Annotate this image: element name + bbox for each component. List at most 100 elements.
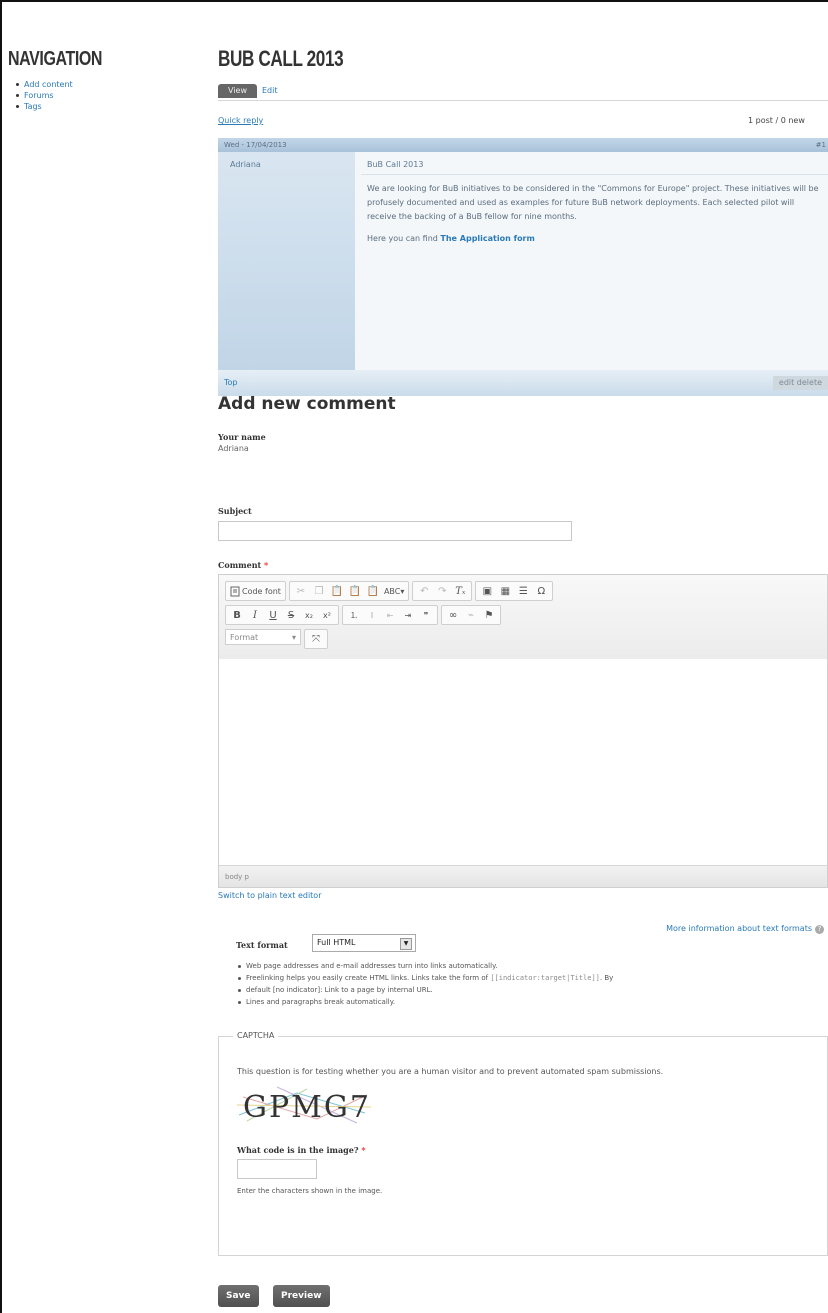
more-info-link[interactable]: More information about text formats? [666,924,824,934]
text-format-select[interactable]: Full HTML ▼ [312,934,416,952]
paste-icon[interactable]: 📋 [328,583,346,599]
tip-text: Freelinking helps you easily create HTML… [246,974,489,982]
paste-text-icon[interactable]: 📋 [346,583,364,599]
post-actions[interactable]: edit delete [772,376,828,390]
sidebar-item-add-content[interactable]: Add content [16,79,188,90]
spellcheck-icon[interactable]: ABC▾ [382,583,406,599]
horizontal-rule-icon[interactable]: ☰ [514,583,532,599]
paste-word-icon[interactable]: 📋 [364,583,382,599]
toolbar-group: ✂ ❐ 📋 📋 📋 ABC▾ [288,581,410,601]
post-body: Adriana BuB Call 2013 We are looking for… [218,152,828,370]
captcha-text: GPMG7 [243,1090,371,1125]
bold-icon[interactable]: B [228,607,246,623]
link-icon[interactable]: ∞ [444,607,462,623]
format-tips: Web page addresses and e-mail addresses … [236,960,816,1008]
undo-icon[interactable]: ↶ [415,583,433,599]
remove-format-icon[interactable]: Tₓ [451,583,469,599]
tabs: View Edit [218,84,828,101]
redo-icon[interactable]: ↷ [433,583,451,599]
anchor-flag-icon[interactable]: ⚑ [480,607,498,623]
bulleted-list-icon[interactable]: ⁝ [363,607,381,623]
numbered-list-icon[interactable]: ⒈ [345,607,363,623]
subject-input[interactable] [218,521,572,541]
toolbar-group: ⒈ ⁝ ⇤ ⇥ ❞ [342,605,438,625]
toolbar-group: ⤧ [304,629,328,649]
indent-icon[interactable]: ⇥ [399,607,417,623]
main-content: BUB CALL 2013 View Edit Quick reply 1 po… [218,46,828,1256]
required-mark: * [264,560,269,570]
sidebar-navigation: NAVIGATION Add content Forums Tags [8,48,188,112]
italic-icon[interactable]: I [246,607,264,623]
captcha-help: Enter the characters shown in the image. [237,1187,383,1195]
cut-icon[interactable]: ✂ [292,583,310,599]
table-icon[interactable]: ▦ [496,583,514,599]
sidebar-menu: Add content Forums Tags [8,79,188,112]
divider [361,174,828,175]
comment-label-text: Comment [218,560,262,570]
quick-reply-link[interactable]: Quick reply [218,116,263,125]
toolbar-group: ▣ ▦ ☰ Ω [475,581,554,601]
copy-icon[interactable]: ❐ [310,583,328,599]
sidebar-item-label[interactable]: Tags [24,102,42,111]
editor-toolbar: Code font ✂ ❐ 📋 📋 📋 ABC▾ ↶ ↷ Tₓ ▣ ▦ ☰ Ω … [219,575,827,660]
toolbar-group: B I U S x₂ x² [225,605,339,625]
switch-plain-text-link[interactable]: Switch to plain text editor [218,891,321,900]
captcha-fieldset: CAPTCHA This question is for testing whe… [218,1031,828,1256]
unlink-icon[interactable]: ⌁ [462,607,480,623]
tip-tail: . By [599,974,614,982]
sidebar-item-tags[interactable]: Tags [16,101,188,112]
blockquote-icon[interactable]: ❞ [417,607,435,623]
help-icon: ? [815,925,824,934]
post-paragraph: We are looking for BuB initiatives to be… [367,184,819,221]
chevron-down-icon: ▾ [291,632,296,642]
sidebar-item-label[interactable]: Add content [24,80,73,89]
sidebar-item-forums[interactable]: Forums [16,90,188,101]
post-date: Wed - 17/04/2013 [224,141,287,149]
captcha-description: This question is for testing whether you… [237,1067,664,1076]
text-format-label: Text format [236,940,288,950]
source-button[interactable]: Code font [228,583,283,599]
required-mark: * [361,1145,366,1155]
post-paragraph-link: Here you can find The Application form [367,232,825,246]
preview-button[interactable]: Preview [273,1285,330,1307]
tab-edit[interactable]: Edit [252,84,288,98]
text-format-value: Full HTML [317,938,356,947]
toolbar-group: ∞ ⌁ ⚑ [441,605,501,625]
post-subject: BuB Call 2013 [367,160,424,169]
strike-icon[interactable]: S [282,607,300,623]
save-button[interactable]: Save [218,1285,259,1307]
format-dropdown[interactable]: Format ▾ [225,629,301,645]
source-label: Code font [242,586,281,596]
post-author-column: Adriana [218,152,355,370]
subject-label: Subject [218,506,252,516]
captcha-code-label-text: What code is in the image? [237,1145,359,1155]
maximize-icon[interactable]: ⤧ [307,631,325,647]
superscript-icon[interactable]: x² [318,607,336,623]
editor-text-area[interactable] [219,659,827,867]
sidebar-item-label[interactable]: Forums [24,91,54,100]
subscript-icon[interactable]: x₂ [300,607,318,623]
special-char-icon[interactable]: Ω [532,583,550,599]
forum-post: Wed - 17/04/2013 #1 Adriana BuB Call 201… [218,138,828,396]
page-title: BUB CALL 2013 [218,46,344,71]
captcha-code-label: What code is in the image? * [237,1145,366,1155]
tip-item: Web page addresses and e-mail addresses … [236,960,816,972]
underline-icon[interactable]: U [264,607,282,623]
more-info-label: More information about text formats [666,924,812,933]
outdent-icon[interactable]: ⇤ [381,607,399,623]
application-form-link[interactable]: The Application form [440,234,534,243]
tip-item: Lines and paragraphs break automatically… [236,996,816,1008]
captcha-input[interactable] [237,1159,317,1179]
top-link[interactable]: Top [224,370,238,396]
post-header: Wed - 17/04/2013 #1 [218,138,828,152]
format-label: Format [230,632,259,642]
image-icon[interactable]: ▣ [478,583,496,599]
post-author[interactable]: Adriana [230,160,261,169]
chevron-down-icon: ▼ [400,938,412,950]
post-number[interactable]: #1 [816,138,826,152]
rich-text-editor[interactable]: Code font ✂ ❐ 📋 📋 📋 ABC▾ ↶ ↷ Tₓ ▣ ▦ ☰ Ω … [218,574,828,888]
your-name-value: Adriana [218,444,249,453]
editor-path-bar: body p [219,865,827,887]
toolbar-row: B I U S x₂ x² ⒈ ⁝ ⇤ ⇥ ❞ ∞ ⌁ ⚑ [225,605,501,625]
source-icon [230,586,240,596]
